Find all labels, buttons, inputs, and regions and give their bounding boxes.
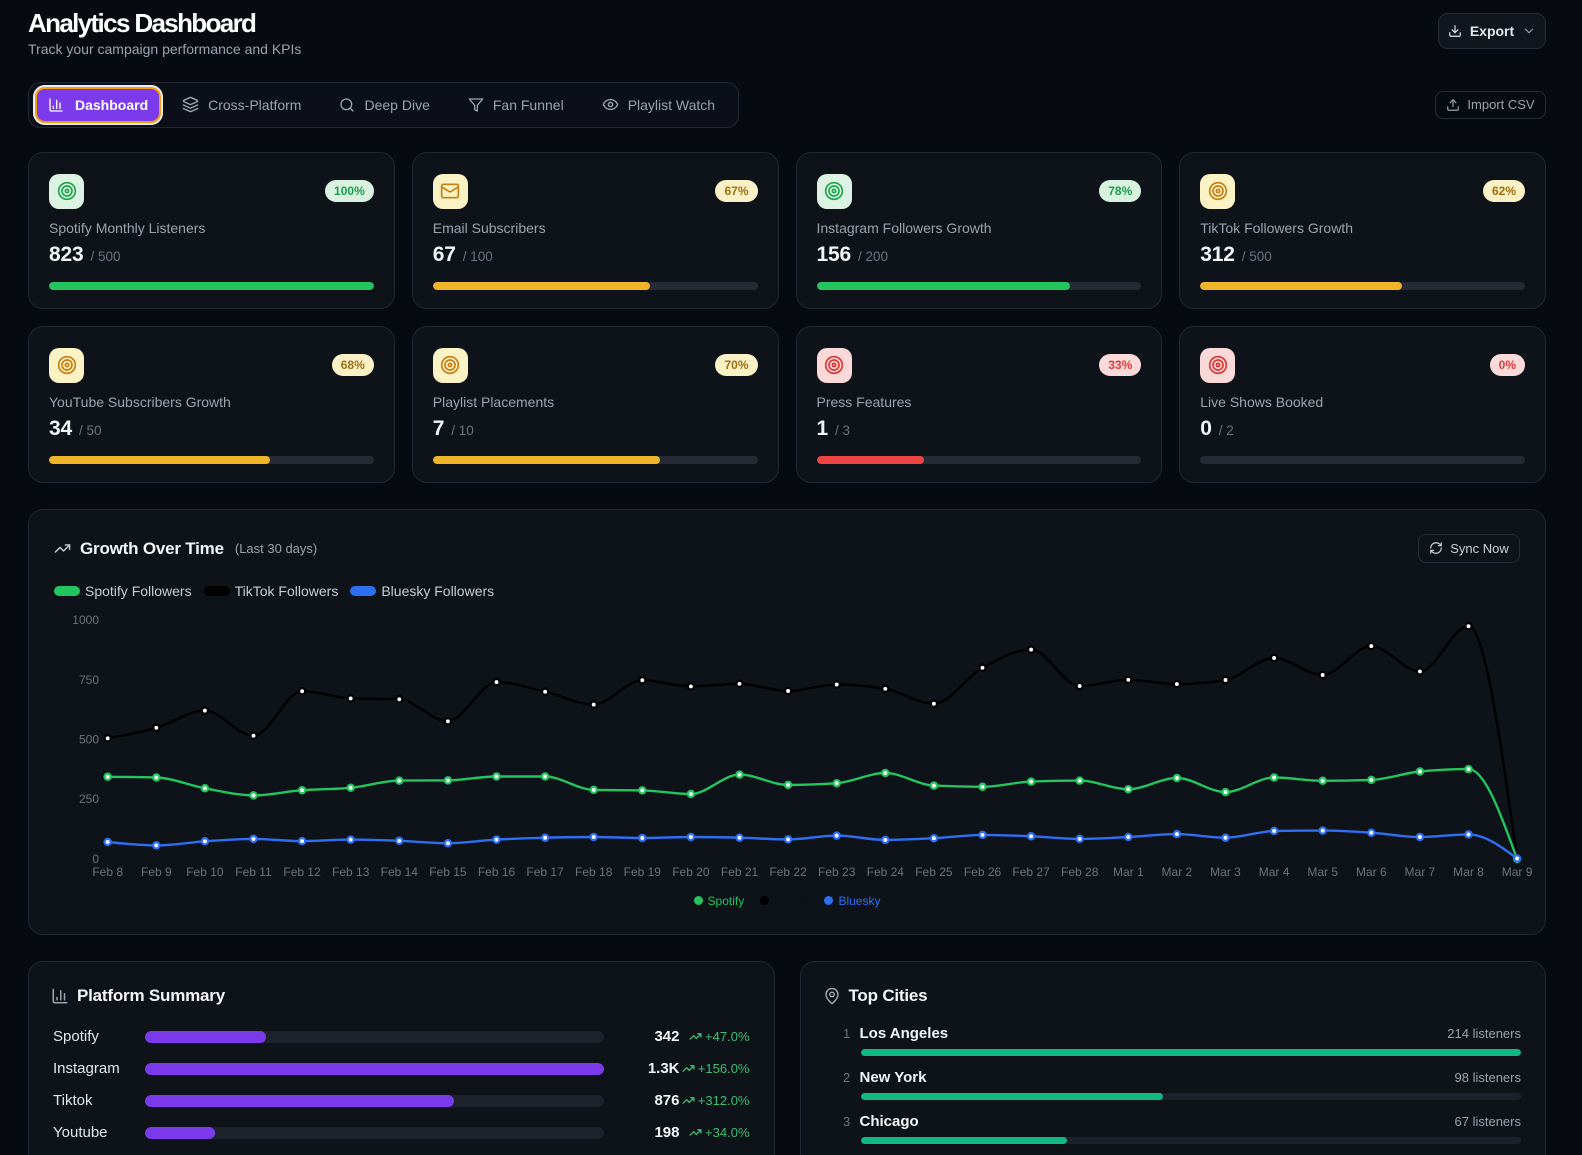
- svg-text:1000: 1000: [72, 613, 99, 627]
- svg-text:Feb 21: Feb 21: [721, 865, 759, 879]
- svg-text:Mar 8: Mar 8: [1453, 865, 1484, 879]
- svg-text:Feb 9: Feb 9: [141, 865, 172, 879]
- svg-text:Mar 7: Mar 7: [1405, 865, 1436, 879]
- svg-text:250: 250: [79, 792, 99, 806]
- svg-text:Feb 24: Feb 24: [867, 865, 905, 879]
- svg-text:500: 500: [79, 732, 99, 746]
- svg-text:Feb 26: Feb 26: [964, 865, 1002, 879]
- svg-text:Feb 23: Feb 23: [818, 865, 856, 879]
- svg-text:Feb 12: Feb 12: [283, 865, 321, 879]
- svg-text:Mar 5: Mar 5: [1307, 865, 1338, 879]
- svg-text:Feb 15: Feb 15: [429, 865, 467, 879]
- svg-text:Feb 20: Feb 20: [672, 865, 710, 879]
- svg-text:Feb 10: Feb 10: [186, 865, 224, 879]
- svg-text:Mar 9: Mar 9: [1502, 865, 1533, 879]
- svg-text:Feb 8: Feb 8: [92, 865, 123, 879]
- svg-text:Feb 19: Feb 19: [624, 865, 662, 879]
- svg-text:Feb 22: Feb 22: [769, 865, 807, 879]
- svg-text:750: 750: [79, 672, 99, 686]
- svg-text:Feb 17: Feb 17: [526, 865, 564, 879]
- svg-text:Feb 28: Feb 28: [1061, 865, 1099, 879]
- svg-text:0: 0: [92, 852, 99, 866]
- svg-text:Mar 3: Mar 3: [1210, 865, 1241, 879]
- svg-text:Feb 27: Feb 27: [1012, 865, 1050, 879]
- svg-text:Feb 11: Feb 11: [235, 865, 272, 879]
- svg-text:Feb 13: Feb 13: [332, 865, 370, 879]
- svg-text:Mar 6: Mar 6: [1356, 865, 1387, 879]
- svg-text:Mar 4: Mar 4: [1259, 865, 1290, 879]
- svg-text:Feb 25: Feb 25: [915, 865, 953, 879]
- svg-text:Mar 1: Mar 1: [1113, 865, 1144, 879]
- svg-text:Feb 18: Feb 18: [575, 865, 613, 879]
- svg-text:Feb 16: Feb 16: [478, 865, 516, 879]
- svg-text:Mar 2: Mar 2: [1162, 865, 1193, 879]
- svg-text:Feb 14: Feb 14: [381, 865, 419, 879]
